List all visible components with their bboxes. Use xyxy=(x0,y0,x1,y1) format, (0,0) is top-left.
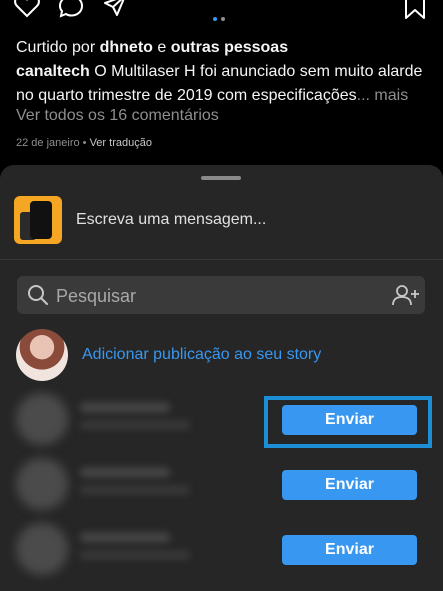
contact-name xyxy=(80,403,170,412)
carousel-indicator xyxy=(213,8,229,26)
post-thumbnail xyxy=(14,196,62,244)
bookmark-icon[interactable] xyxy=(403,0,427,20)
heart-icon[interactable] xyxy=(14,0,40,18)
send-button[interactable]: Enviar xyxy=(282,470,417,500)
contact-name xyxy=(80,468,170,477)
contact-username xyxy=(80,421,190,429)
translate-link[interactable]: Ver tradução xyxy=(90,137,152,149)
contact-row: Enviar xyxy=(0,454,443,518)
contact-avatar xyxy=(16,393,68,445)
phone-image-front xyxy=(30,201,52,239)
likes-line: Curtido por dhneto e outras pessoas xyxy=(16,36,288,60)
caption-more-link[interactable]: ... mais xyxy=(357,87,409,104)
sheet-drag-handle[interactable] xyxy=(201,176,241,180)
share-icon[interactable] xyxy=(103,0,127,18)
send-button[interactable]: Enviar xyxy=(282,535,417,565)
carousel-dot-active xyxy=(213,17,217,21)
contact-row: Enviar xyxy=(0,519,443,583)
post-date-line: 22 de janeiro • Ver tradução xyxy=(16,137,152,149)
liked-user-link[interactable]: dhneto xyxy=(100,39,153,56)
date-separator: • xyxy=(79,137,90,149)
caption-username[interactable]: canaltech xyxy=(16,63,90,80)
contact-avatar xyxy=(16,458,68,510)
sheet-divider xyxy=(0,259,443,260)
carousel-dot xyxy=(221,17,225,21)
search-field[interactable]: Pesquisar xyxy=(17,276,425,314)
message-input[interactable]: Escreva uma mensagem... xyxy=(76,211,266,229)
share-sheet: Escreva uma mensagem... Pesquisar Adicio… xyxy=(0,165,443,591)
search-placeholder: Pesquisar xyxy=(56,286,137,306)
add-to-story-link[interactable]: Adicionar publicação ao seu story xyxy=(82,346,321,364)
liked-others-link[interactable]: outras pessoas xyxy=(171,39,288,56)
likes-prefix: Curtido por xyxy=(16,39,100,56)
view-comments-link[interactable]: Ver todos os 16 comentários xyxy=(16,107,219,125)
search-icon xyxy=(28,285,48,305)
contact-name xyxy=(80,533,170,542)
likes-join: e xyxy=(152,39,171,56)
contact-username xyxy=(80,486,190,494)
add-people-icon[interactable] xyxy=(392,284,420,306)
contact-avatar xyxy=(16,523,68,575)
post-date: 22 de janeiro xyxy=(16,137,80,149)
contact-username xyxy=(80,551,190,559)
comment-icon[interactable] xyxy=(58,0,84,18)
story-avatar[interactable] xyxy=(16,329,68,381)
post-action-bar xyxy=(0,0,443,30)
post-caption: canaltech O Multilaser H foi anunciado s… xyxy=(16,60,436,108)
send-button-highlight xyxy=(264,396,432,448)
